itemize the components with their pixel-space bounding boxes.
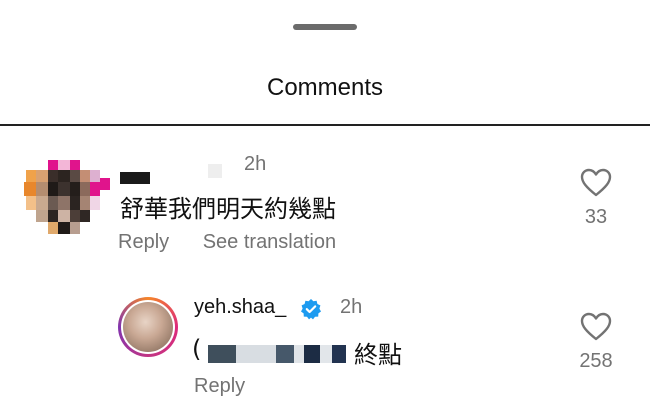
reply-text: ( — [192, 335, 201, 365]
page-title: Comments — [266, 74, 384, 101]
comment-time: 2h — [244, 153, 267, 175]
reply-button[interactable]: Reply — [118, 231, 169, 253]
redacted-text — [320, 345, 332, 363]
drag-handle[interactable] — [293, 24, 357, 30]
comments-sheet: Comments 2h 舒華我們明天約幾點 Reply See translat… — [0, 0, 650, 420]
reply-time: 2h — [340, 296, 363, 318]
comment-actions: Reply See translation — [118, 231, 364, 254]
see-translation-button[interactable]: See translation — [203, 231, 336, 253]
verified-badge-icon — [301, 299, 321, 320]
redacted-text — [304, 345, 320, 363]
reply-text-prefix: ( — [192, 335, 202, 363]
avatar[interactable] — [20, 156, 112, 242]
heart-icon[interactable] — [580, 168, 612, 198]
comment-text: 舒華我們明天約幾點 — [120, 195, 336, 223]
redacted-text — [332, 345, 346, 363]
redacted-text — [294, 345, 304, 363]
redacted-text — [276, 345, 294, 363]
like-count: 258 — [579, 350, 613, 372]
username-redacted[interactable] — [120, 172, 150, 184]
like-count: 33 — [584, 206, 608, 228]
username[interactable]: yeh.shaa_ — [194, 296, 286, 319]
username-redacted-fragment — [208, 164, 222, 178]
heart-icon[interactable] — [580, 312, 612, 342]
header-divider — [0, 124, 650, 126]
reply-button[interactable]: Reply — [194, 375, 245, 398]
avatar[interactable] — [118, 297, 178, 357]
reply-text-visible: 終點 — [354, 341, 402, 369]
redacted-text — [208, 345, 236, 363]
redacted-text — [236, 345, 276, 363]
